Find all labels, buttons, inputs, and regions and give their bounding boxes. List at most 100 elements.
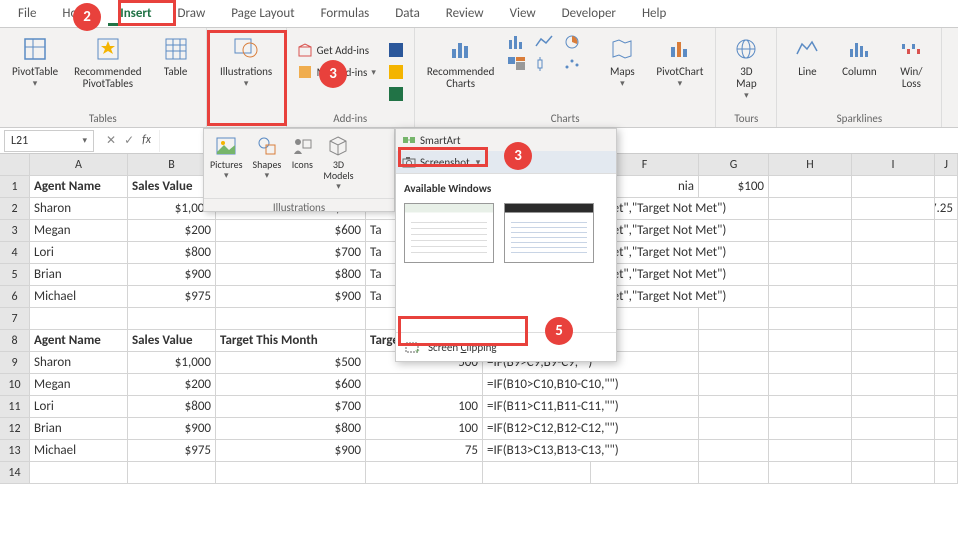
3dmodels-button[interactable]: 3DModels▾ xyxy=(319,133,357,194)
line-chart-button[interactable] xyxy=(532,32,558,52)
cell[interactable]: Megan xyxy=(30,220,128,242)
cell[interactable] xyxy=(852,396,935,418)
col-header-a[interactable]: A xyxy=(30,154,128,176)
cell[interactable]: $600 xyxy=(216,374,366,396)
cell[interactable] xyxy=(769,330,852,352)
row-header[interactable]: 4 xyxy=(0,242,30,264)
tab-review[interactable]: Review xyxy=(434,1,496,26)
row-header[interactable]: 3 xyxy=(0,220,30,242)
cell[interactable]: $800 xyxy=(216,264,366,286)
tab-draw[interactable]: Draw xyxy=(166,1,218,26)
cell[interactable] xyxy=(699,352,769,374)
tab-data[interactable]: Data xyxy=(383,1,432,26)
cell[interactable]: $800 xyxy=(128,396,216,418)
cell[interactable] xyxy=(852,418,935,440)
cell[interactable] xyxy=(935,330,958,352)
cell[interactable]: $900 xyxy=(128,418,216,440)
cell[interactable] xyxy=(769,308,852,330)
cell[interactable] xyxy=(935,176,958,198)
sparkline-winloss-button[interactable]: Win/Loss xyxy=(887,32,935,94)
cell[interactable]: Sharon xyxy=(30,352,128,374)
cell[interactable]: $100 xyxy=(699,176,769,198)
cell[interactable]: =IF(B12>C12,B12-C12,"") xyxy=(483,418,699,440)
cell[interactable]: Target This Month xyxy=(216,330,366,352)
cell[interactable]: =IF(B10>C10,B10-C10,"") xyxy=(483,374,699,396)
cell[interactable] xyxy=(699,462,769,484)
cell[interactable]: t met","Target Not Met") xyxy=(591,242,769,264)
window-thumbnail-1[interactable] xyxy=(404,203,494,263)
cell[interactable]: $600 xyxy=(216,220,366,242)
cell[interactable]: 7.25 xyxy=(935,198,958,220)
tab-developer[interactable]: Developer xyxy=(550,1,628,26)
tab-help[interactable]: Help xyxy=(630,1,678,26)
cell[interactable] xyxy=(852,286,935,308)
cell[interactable] xyxy=(769,440,852,462)
visio-addin-button[interactable] xyxy=(384,40,408,60)
cell[interactable]: $700 xyxy=(216,396,366,418)
row-header[interactable]: 6 xyxy=(0,286,30,308)
cell[interactable]: $200 xyxy=(128,374,216,396)
cell[interactable]: 75 xyxy=(366,440,483,462)
cell[interactable] xyxy=(699,418,769,440)
tab-insert[interactable]: Insert xyxy=(108,1,163,26)
row-header[interactable]: 12 xyxy=(0,418,30,440)
cell[interactable]: Michael xyxy=(30,286,128,308)
cell[interactable]: Lori xyxy=(30,396,128,418)
cell[interactable] xyxy=(366,374,483,396)
cell[interactable] xyxy=(769,264,852,286)
cell[interactable] xyxy=(769,374,852,396)
cell[interactable]: Brian xyxy=(30,418,128,440)
cell[interactable] xyxy=(852,352,935,374)
cell[interactable] xyxy=(30,462,128,484)
cell[interactable] xyxy=(769,220,852,242)
cell[interactable] xyxy=(935,374,958,396)
cell[interactable] xyxy=(935,418,958,440)
cell[interactable]: t met","Target Not Met") xyxy=(591,264,769,286)
cell[interactable]: Lori xyxy=(30,242,128,264)
3dmap-button[interactable]: 3DMap ▾ xyxy=(722,32,770,105)
cell[interactable] xyxy=(935,264,958,286)
cell[interactable]: Brian xyxy=(30,264,128,286)
cell[interactable] xyxy=(852,264,935,286)
get-addins-button[interactable]: Get Add-ins xyxy=(293,40,380,60)
cell[interactable] xyxy=(30,308,128,330)
cell[interactable] xyxy=(216,308,366,330)
cell[interactable] xyxy=(769,242,852,264)
cell[interactable]: 100 xyxy=(366,396,483,418)
row-header[interactable]: 5 xyxy=(0,264,30,286)
recommended-charts-button[interactable]: RecommendedCharts xyxy=(421,32,500,94)
cell[interactable] xyxy=(852,308,935,330)
cell[interactable]: Michael xyxy=(30,440,128,462)
cell[interactable]: Sharon xyxy=(30,198,128,220)
tab-pagelayout[interactable]: Page Layout xyxy=(219,1,306,26)
cell[interactable] xyxy=(699,330,769,352)
cell[interactable] xyxy=(935,242,958,264)
cell[interactable] xyxy=(699,308,769,330)
cell[interactable]: =IF(B13>C13,B13-C13,"") xyxy=(483,440,699,462)
cell[interactable] xyxy=(769,176,852,198)
cell[interactable] xyxy=(852,440,935,462)
cell[interactable]: $975 xyxy=(128,440,216,462)
cell[interactable] xyxy=(699,396,769,418)
cell[interactable] xyxy=(699,374,769,396)
illustrations-button[interactable]: Illustrations ▾ xyxy=(214,32,278,93)
cell[interactable] xyxy=(769,352,852,374)
cell[interactable]: 100 xyxy=(366,418,483,440)
cell[interactable] xyxy=(769,462,852,484)
cell[interactable] xyxy=(935,396,958,418)
cell[interactable]: Agent Name xyxy=(30,176,128,198)
row-header[interactable]: 10 xyxy=(0,374,30,396)
people-addin-button[interactable] xyxy=(384,84,408,104)
bing-addin-button[interactable] xyxy=(384,62,408,82)
cell[interactable]: $900 xyxy=(128,264,216,286)
cell[interactable]: $500 xyxy=(216,352,366,374)
cell[interactable] xyxy=(935,462,958,484)
cell[interactable] xyxy=(935,352,958,374)
row-header[interactable]: 2 xyxy=(0,198,30,220)
window-thumbnail-2[interactable] xyxy=(504,203,594,263)
tab-file[interactable]: File xyxy=(6,1,48,26)
cell[interactable] xyxy=(699,440,769,462)
cell[interactable] xyxy=(128,462,216,484)
cell[interactable]: $800 xyxy=(128,242,216,264)
col-header-g[interactable]: G xyxy=(699,154,769,176)
